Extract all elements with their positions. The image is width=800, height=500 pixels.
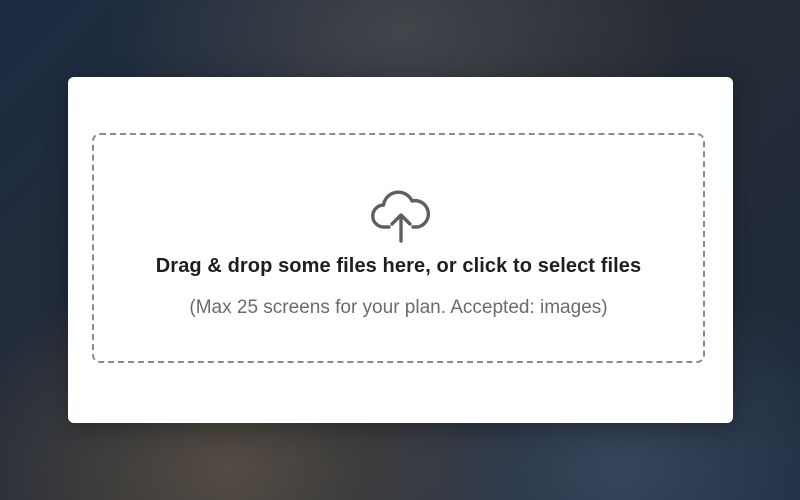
- cloud-upload-icon: [370, 185, 432, 243]
- upload-card: Drag & drop some files here, or click to…: [68, 77, 733, 423]
- dropzone-subtitle: (Max 25 screens for your plan. Accepted:…: [189, 297, 608, 318]
- dropzone-title: Drag & drop some files here, or click to…: [155, 255, 642, 277]
- file-dropzone[interactable]: Drag & drop some files here, or click to…: [92, 133, 705, 363]
